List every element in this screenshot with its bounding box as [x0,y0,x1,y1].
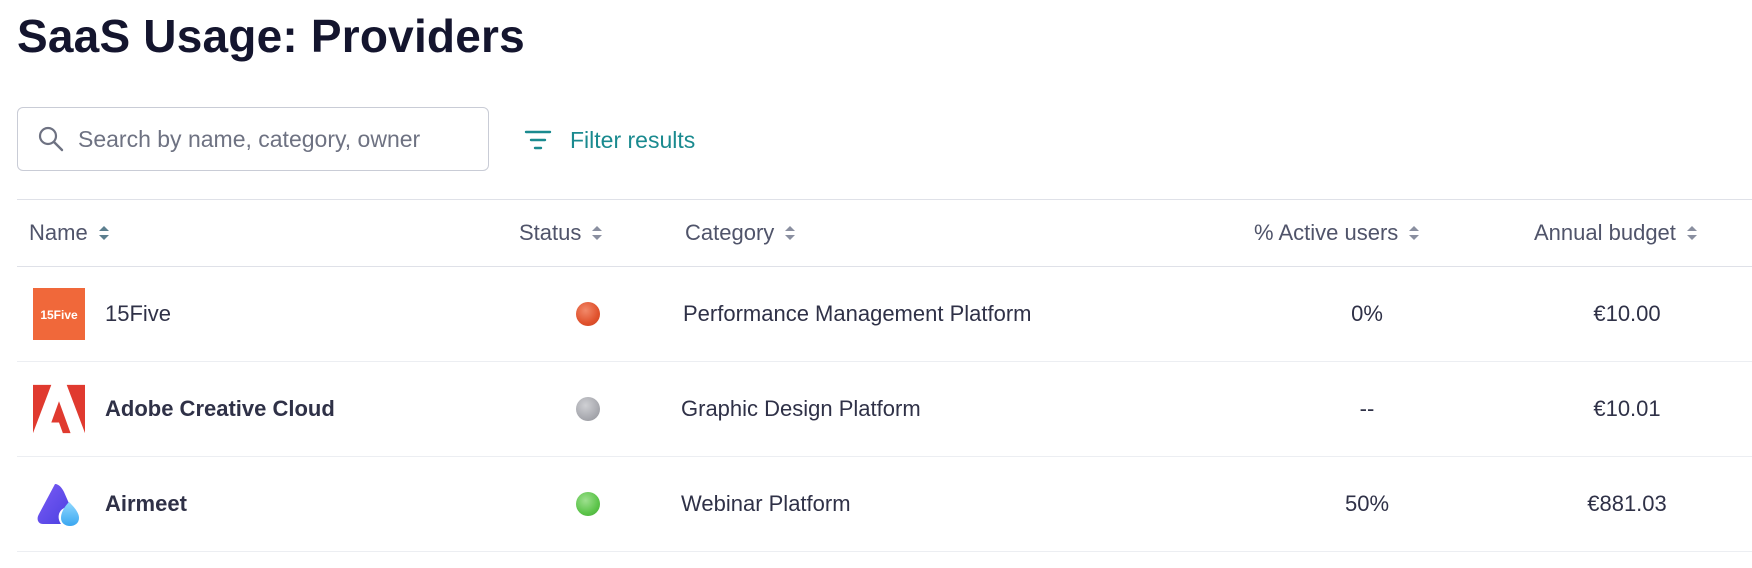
status-cell [576,457,600,551]
provider-name-cell: Adobe Creative Cloud [33,362,335,456]
table-row[interactable]: 15Five 15Five Performance Management Pla… [17,267,1752,362]
annual-budget-cell: €881.03 [1587,491,1667,516]
sort-icon [784,223,796,243]
adobe-logo [33,383,85,435]
search-box[interactable] [17,107,489,171]
filter-results-button[interactable]: Filter results [524,118,695,162]
category-cell: Webinar Platform [681,491,851,516]
table-header: Name Status Category % Active users Annu… [17,199,1752,267]
status-cell [576,362,600,456]
column-header-label: % Active users [1254,220,1399,245]
annual-budget-cell: €10.01 [1593,396,1661,421]
filter-results-label: Filter results [570,126,696,153]
provider-name-cell: 15Five 15Five [33,267,171,361]
category-cell: Performance Management Platform [683,301,1032,326]
filter-lines-icon [524,126,552,154]
sort-icon [1408,223,1420,243]
column-header-annual-budget[interactable]: Annual budget [1534,200,1698,266]
column-header-label: Status [519,220,582,245]
category-cell: Graphic Design Platform [681,396,921,421]
provider-name: Airmeet [105,491,187,516]
provider-name-cell: Airmeet [33,457,187,551]
15five-logo-text: 15Five [40,308,78,322]
page-title: SaaS Usage: Providers [17,10,525,62]
table-row[interactable]: Airmeet Webinar Platform 50% €881.03 [17,457,1752,552]
search-input[interactable] [76,124,480,154]
active-users-cell: 50% [1344,491,1390,516]
15five-logo: 15Five [33,288,85,340]
status-cell [576,267,600,361]
active-users-cell: -- [1359,396,1375,421]
column-header-name[interactable]: Name [29,200,110,266]
active-users-cell: 0% [1351,301,1383,326]
column-header-label: Name [29,220,88,245]
provider-name: 15Five [105,301,172,326]
column-header-label: Category [685,220,775,245]
column-header-active-users[interactable]: % Active users [1254,200,1420,266]
status-dot-green [576,492,600,516]
column-header-status[interactable]: Status [519,200,603,266]
providers-table: Name Status Category % Active users Annu… [17,199,1752,552]
column-header-category[interactable]: Category [685,200,796,266]
status-dot-orange [576,302,600,326]
sort-icon [591,223,603,243]
column-header-label: Annual budget [1534,220,1676,245]
airmeet-logo [33,478,85,530]
provider-name: Adobe Creative Cloud [105,396,335,421]
annual-budget-cell: €10.00 [1593,301,1661,326]
table-row[interactable]: Adobe Creative Cloud Graphic Design Plat… [17,362,1752,457]
search-icon [36,124,66,154]
sort-icon [98,223,110,243]
status-dot-gray [576,397,600,421]
sort-icon [1686,223,1698,243]
